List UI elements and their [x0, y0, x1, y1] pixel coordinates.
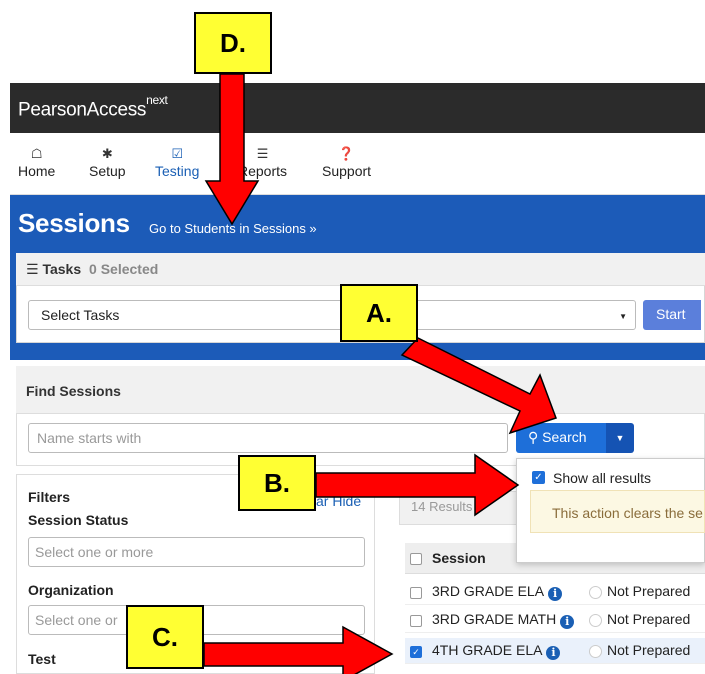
callout-d: D. — [194, 12, 272, 74]
callout-b: B. — [238, 455, 316, 511]
arrow-d — [204, 73, 260, 226]
arrow-b — [315, 453, 520, 517]
arrow-c — [203, 625, 394, 674]
callout-c: C. — [126, 605, 204, 669]
callout-a: A. — [340, 284, 418, 342]
arrow-a — [400, 337, 557, 435]
